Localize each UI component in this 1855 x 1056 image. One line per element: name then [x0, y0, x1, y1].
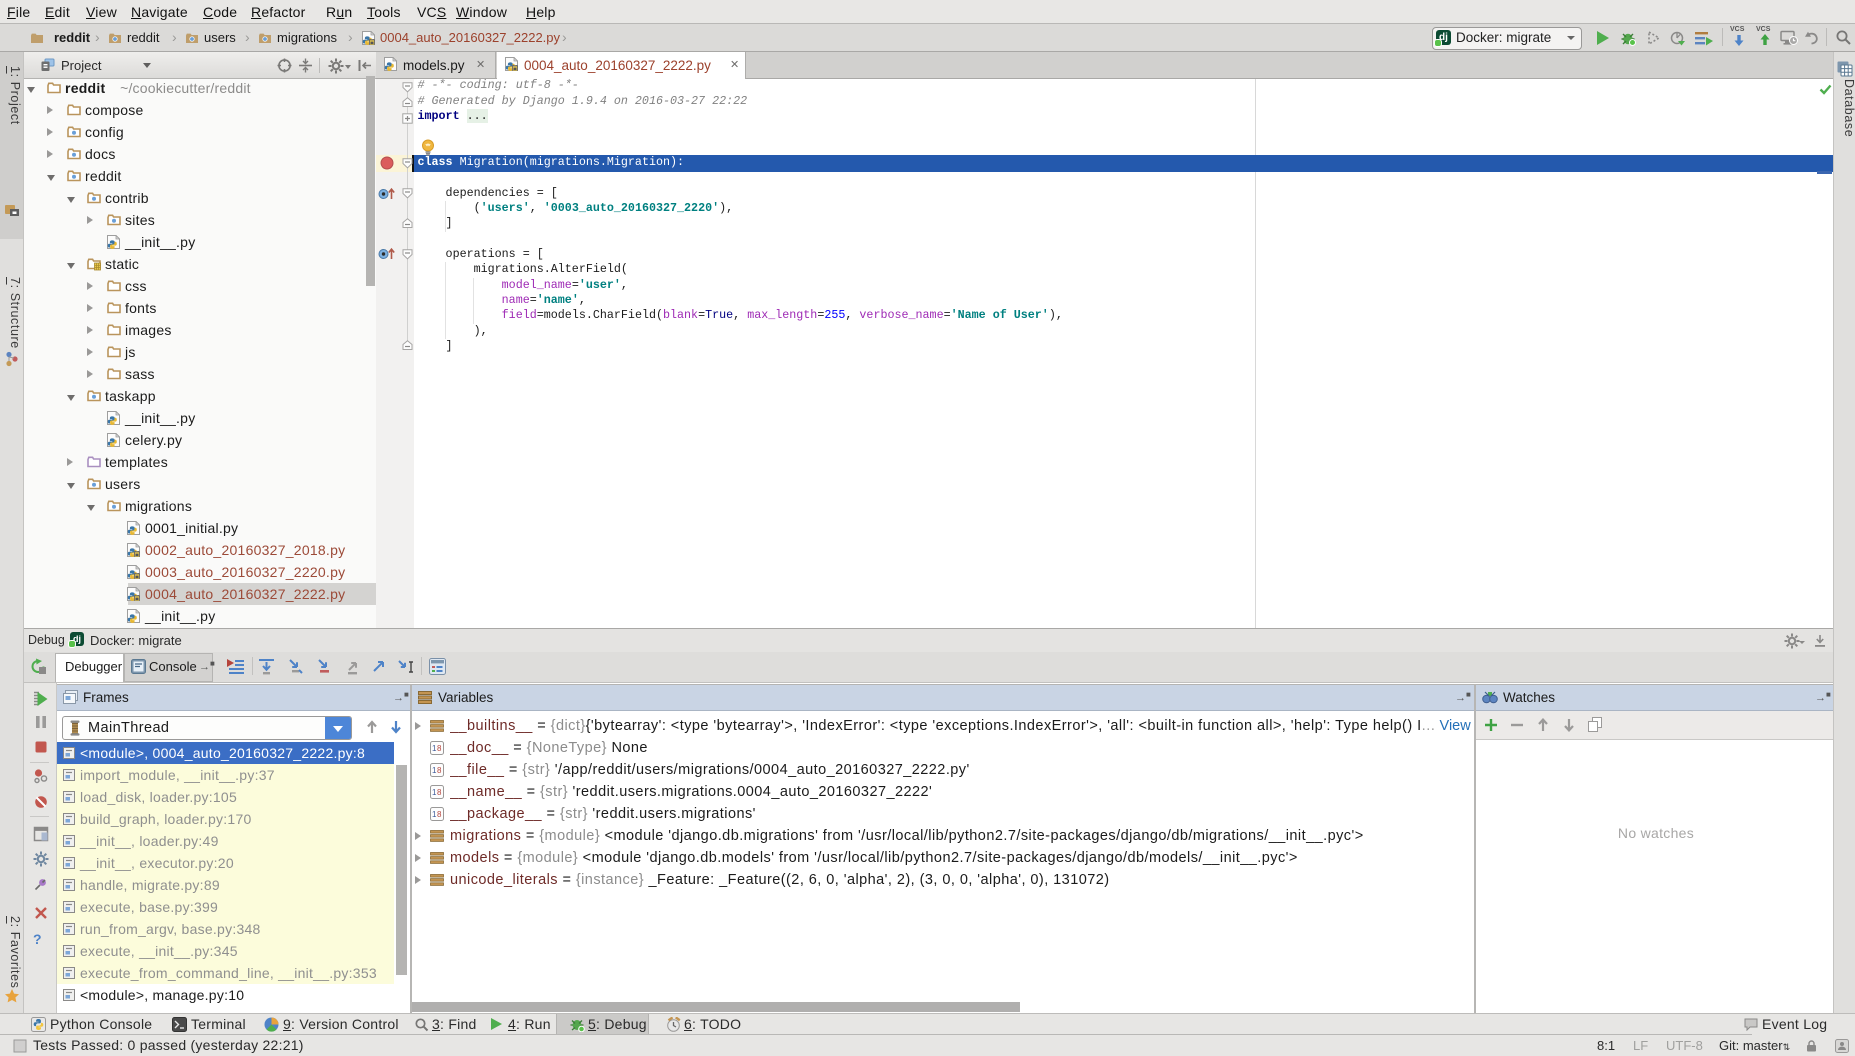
svg-text:8: 8 — [437, 810, 442, 819]
svg-text:8: 8 — [437, 766, 442, 775]
svg-text:8: 8 — [437, 788, 442, 797]
svg-text:8: 8 — [437, 744, 442, 753]
